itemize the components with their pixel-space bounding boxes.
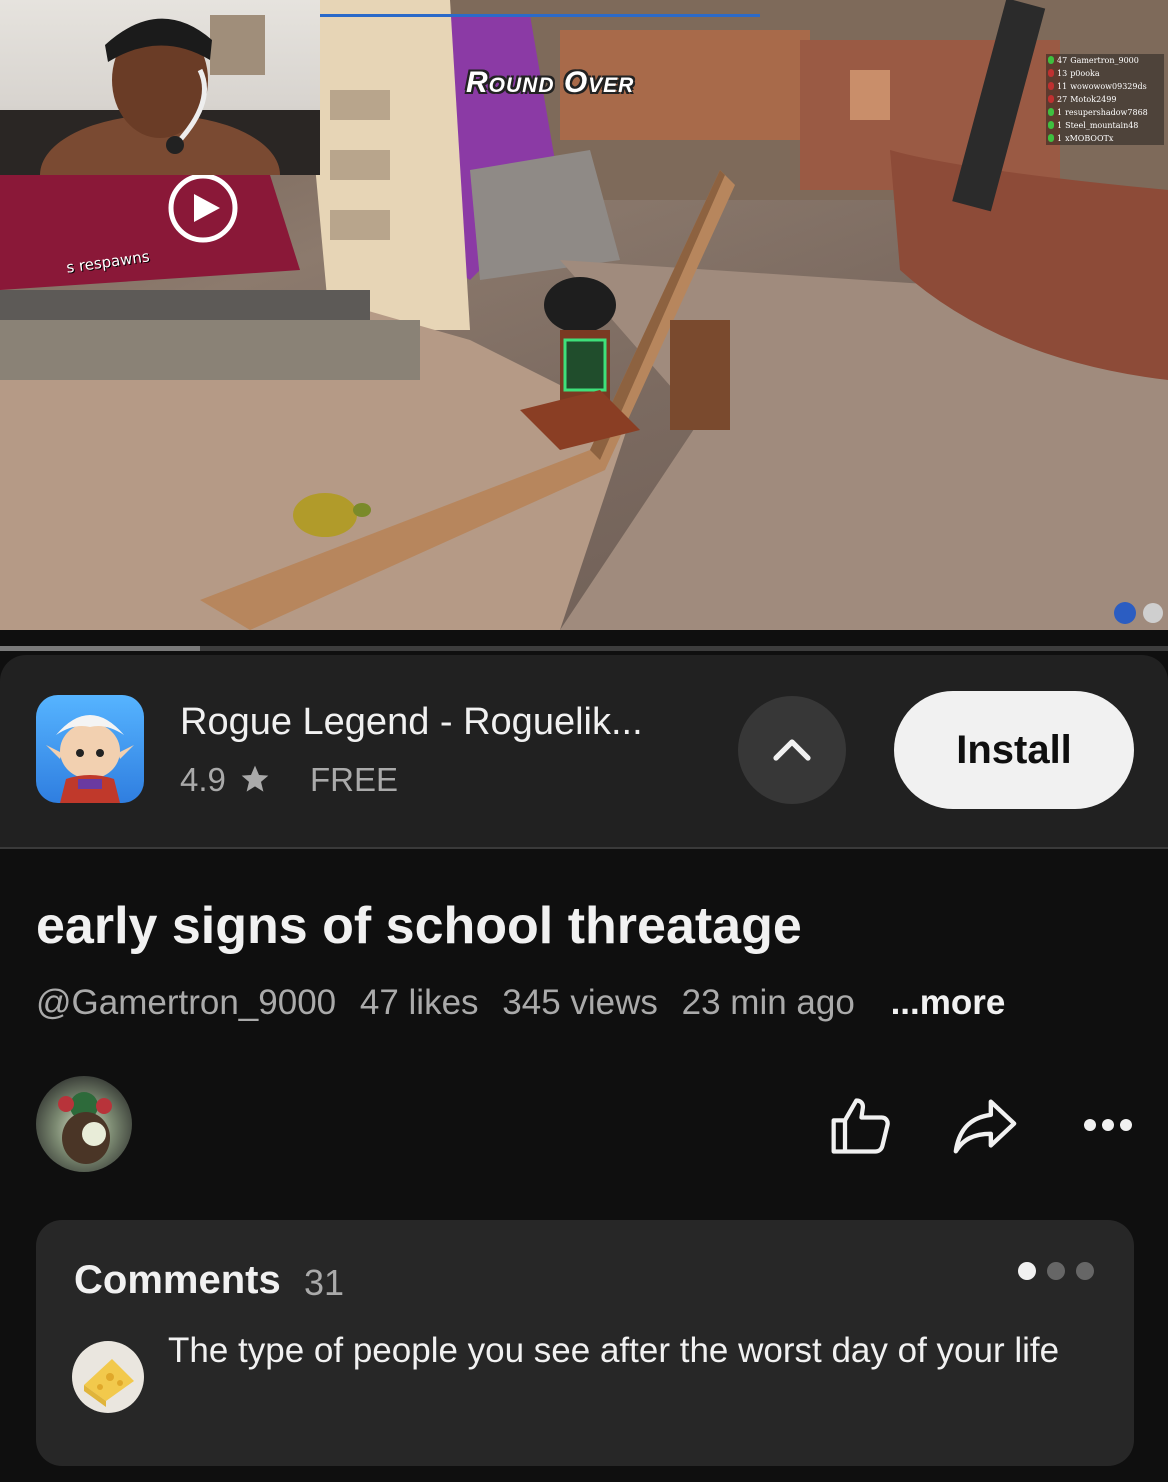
comments-count: 31	[304, 1262, 345, 1303]
star-icon	[241, 765, 269, 792]
team-marker-icon	[1048, 82, 1054, 91]
leaderboard-row: 27 Motok2499	[1046, 93, 1164, 106]
video-progress-bar[interactable]	[0, 646, 1168, 651]
like-count: 47 likes	[359, 983, 479, 1022]
video-meta[interactable]: @Gamertron_9000 47 likes 345 views 23 mi…	[36, 983, 1019, 1023]
commenter-avatar	[72, 1341, 144, 1413]
webcam-overlay	[0, 0, 320, 175]
comments-label: Comments	[74, 1258, 281, 1302]
team-marker-icon	[1048, 108, 1054, 117]
round-over-banner: Round Over	[466, 66, 635, 99]
video-player[interactable]: Round Over s respawns 47 Gamertron_9000 1…	[0, 0, 1168, 630]
app-name: Rogue Legend - Roguelik...	[180, 701, 643, 743]
view-count: 345 views	[502, 983, 658, 1022]
collapse-ad-button[interactable]	[738, 696, 846, 804]
leaderboard-row: 1 xMOBOOTx	[1046, 132, 1164, 145]
pager-dot	[1047, 1262, 1065, 1280]
leaderboard-row: 47 Gamertron_9000	[1046, 54, 1164, 67]
video-title[interactable]: early signs of school threatage	[36, 896, 802, 956]
app-rating: 4.9	[180, 761, 271, 799]
team-marker-icon	[1048, 69, 1054, 78]
rating-value: 4.9	[180, 761, 226, 798]
leaderboard-row: 11 wowowow09329ds	[1046, 80, 1164, 93]
team-marker-icon	[1048, 56, 1054, 65]
team-marker-icon	[1048, 121, 1054, 130]
video-progress-fill	[0, 646, 200, 651]
team-marker-icon	[1048, 134, 1054, 143]
more-horizontal-icon[interactable]	[1080, 1110, 1136, 1140]
comments-pager	[1018, 1262, 1094, 1280]
leaderboard-row: 1 Steel_mountain48	[1046, 119, 1164, 132]
leaderboard-row: 13 p0ooka	[1046, 67, 1164, 80]
app-icon[interactable]	[36, 695, 144, 803]
comments-panel[interactable]: Comments 31 The type of people you see a…	[36, 1220, 1134, 1466]
top-comment-text: The type of people you see after the wor…	[168, 1331, 1060, 1370]
team-marker-icon	[1048, 95, 1054, 104]
upload-age: 23 min ago	[681, 983, 855, 1022]
channel-handle[interactable]: @Gamertron_9000	[36, 983, 336, 1022]
install-button[interactable]: Install	[894, 691, 1134, 809]
channel-avatar[interactable]	[36, 1076, 132, 1172]
pager-dot-active	[1018, 1262, 1036, 1280]
share-icon[interactable]	[950, 1090, 1020, 1160]
app-price: FREE	[310, 761, 399, 798]
app-install-ad[interactable]: Rogue Legend - Roguelik... 4.9 FREE Inst…	[0, 655, 1168, 849]
thumbs-up-icon[interactable]	[828, 1090, 896, 1162]
game-leaderboard: 47 Gamertron_9000 13 p0ooka 11 wowowow09329…	[1046, 54, 1164, 145]
leaderboard-row: 1 resupershadow7868	[1046, 106, 1164, 119]
chevron-up-icon	[773, 739, 811, 761]
pager-dot	[1076, 1262, 1094, 1280]
more-description-link[interactable]: ...more	[891, 983, 1006, 1022]
